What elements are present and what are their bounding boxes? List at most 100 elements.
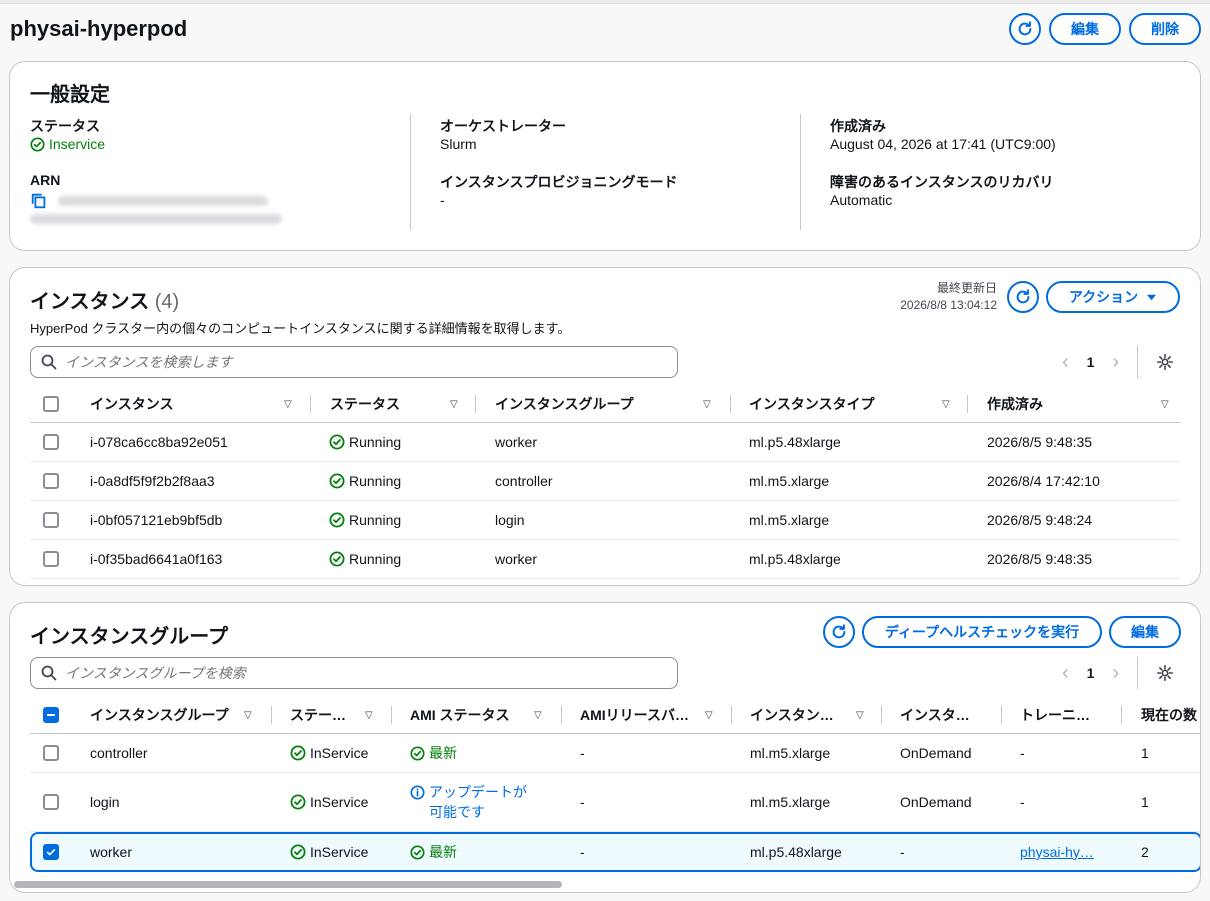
orchestrator-value: Slurm	[440, 136, 477, 152]
row-checkbox[interactable]	[43, 834, 59, 870]
table-header: インスタンス ▽ ステータス ▽ インスタンスグループ ▽ インスタンスタイプ ▽ 作成…	[30, 385, 1180, 423]
ami-release: -	[580, 794, 585, 810]
arn-value-redacted	[58, 196, 268, 206]
instances-refresh-button[interactable]	[1007, 281, 1039, 313]
next-page-button[interactable]: ›	[1112, 662, 1119, 685]
instance-groups-card: インスタンスグループ ディープヘルスチェックを実行 編集 ‹ 1 › インスタン…	[9, 602, 1201, 893]
group-current-count: 1	[1141, 794, 1149, 810]
column-header[interactable]: インスタンスグループ ▽	[90, 696, 270, 734]
ami-update-available[interactable]: アップデートが 可能です	[410, 782, 527, 822]
table-row[interactable]: worker InService 最新 - ml.p5.48xlarge - physai-…	[30, 832, 1200, 872]
delete-button[interactable]: 削除	[1129, 13, 1201, 45]
column-header[interactable]: ステータス ▽	[330, 385, 465, 423]
horizontal-scrollbar[interactable]	[14, 881, 562, 888]
row-checkbox[interactable]	[43, 734, 59, 772]
ami-status-latest: 最新	[410, 842, 457, 862]
check-circle-icon	[290, 794, 306, 810]
instance-group: worker	[495, 434, 538, 450]
instances-search-input[interactable]	[65, 354, 645, 370]
instance-status: Running	[329, 423, 401, 461]
instances-title: インスタンス (4)	[30, 285, 179, 314]
current-page[interactable]: 1	[1087, 354, 1095, 370]
refresh-button[interactable]	[1009, 13, 1041, 45]
training-plan-link[interactable]: physai-hy…	[1020, 844, 1094, 860]
instance-group: controller	[495, 473, 553, 489]
select-all-checkbox[interactable]	[43, 696, 59, 734]
column-header[interactable]: 作成済み ▽	[987, 385, 1177, 423]
column-header[interactable]: 現在の数	[1141, 696, 1200, 734]
group-training-plan: physai-hy…	[1020, 834, 1094, 870]
created-value: August 04, 2026 at 17:41 (UTC9:00)	[830, 136, 1056, 152]
gear-icon[interactable]	[1156, 353, 1174, 371]
instance-id: i-0f35bad6641a0f163	[90, 551, 223, 567]
prev-page-button[interactable]: ‹	[1062, 662, 1069, 685]
gear-icon[interactable]	[1156, 664, 1174, 682]
column-header[interactable]: インスタンスグループ ▽	[495, 385, 715, 423]
row-checkbox[interactable]	[43, 540, 59, 578]
next-page-button[interactable]: ›	[1112, 351, 1119, 374]
column-header[interactable]: インスタンスタイプ ▽	[749, 385, 959, 423]
groups-refresh-button[interactable]	[823, 616, 855, 648]
group-instance-type: ml.m5.xlarge	[750, 794, 831, 810]
header-actions: 編集 削除	[1009, 13, 1201, 45]
copy-arn-button[interactable]	[30, 192, 50, 212]
group-training-plan: -	[1020, 794, 1025, 810]
table-row[interactable]: i-078ca6cc8ba92e051 Running worker ml.p5.48…	[30, 423, 1180, 462]
instance-id: i-0a8df5f9f2b2f8aa3	[90, 473, 215, 489]
check-circle-icon	[329, 434, 345, 450]
instances-card: インスタンス (4) 最終更新日 2026/8/8 13:04:12 アクション…	[9, 267, 1201, 586]
search-icon	[41, 665, 57, 681]
table-row[interactable]: login InService アップデートが 可能です - ml.m5.xlarge On…	[30, 773, 1200, 832]
row-checkbox[interactable]	[43, 501, 59, 539]
column-header[interactable]: インスタ…	[900, 696, 1000, 734]
row-checkbox[interactable]	[43, 462, 59, 500]
status-text: Inservice	[49, 136, 106, 152]
column-divider	[800, 114, 801, 230]
column-header[interactable]: AMIリリースバ… ▽	[580, 696, 730, 734]
instances-pagination: ‹ 1 ›	[1062, 346, 1174, 378]
column-header[interactable]: インスタンス ▽	[90, 385, 300, 423]
column-header[interactable]: インスタン… ▽	[750, 696, 880, 734]
instance-status: Running	[329, 462, 401, 500]
group-instance-type: ml.m5.xlarge	[750, 745, 831, 761]
instance-created: 2026/8/4 17:42:10	[987, 473, 1100, 489]
orchestrator-label: オーケストレーター	[440, 118, 566, 134]
deep-health-check-button[interactable]: ディープヘルスチェックを実行	[862, 616, 1102, 648]
table-row[interactable]: i-0a8df5f9f2b2f8aa3 Running controller ml.m…	[30, 462, 1180, 501]
status-value: Inservice	[30, 136, 105, 155]
column-divider	[410, 114, 411, 230]
groups-search-input[interactable]	[65, 665, 645, 681]
caret-down-icon	[1147, 294, 1157, 300]
arn-value-redacted-2	[30, 214, 282, 224]
groups-edit-button[interactable]: 編集	[1109, 616, 1181, 648]
instance-id: i-0bf057121eb9bf5db	[90, 512, 223, 528]
column-header[interactable]: トレーニ…	[1020, 696, 1120, 734]
check-circle-icon	[329, 551, 345, 567]
row-checkbox[interactable]	[43, 773, 59, 831]
instance-type: ml.m5.xlarge	[749, 473, 830, 489]
table-row[interactable]: i-0f35bad6641a0f163 Running worker ml.p5.48…	[30, 540, 1180, 579]
status-label: ステータス	[30, 118, 100, 134]
select-all-checkbox[interactable]	[43, 385, 59, 423]
arn-label: ARN	[30, 172, 61, 188]
group-purchase-option: OnDemand	[900, 745, 972, 761]
instances-table: インスタンス ▽ ステータス ▽ インスタンスグループ ▽ インスタンスタイプ ▽ 作成…	[30, 385, 1180, 579]
current-page[interactable]: 1	[1087, 665, 1095, 681]
column-header[interactable]: AMI ステータス ▽	[410, 696, 560, 734]
prev-page-button[interactable]: ‹	[1062, 351, 1069, 374]
instance-type: ml.m5.xlarge	[749, 512, 830, 528]
group-current-count: 2	[1141, 844, 1149, 860]
ami-status-latest: 最新	[410, 743, 457, 763]
edit-button[interactable]: 編集	[1049, 13, 1121, 45]
instance-group: worker	[495, 551, 538, 567]
group-status: InService	[290, 734, 368, 772]
group-name: login	[90, 794, 120, 810]
table-row[interactable]: controller InService 最新 - ml.m5.xlarge OnDema…	[30, 734, 1200, 773]
row-checkbox[interactable]	[43, 423, 59, 461]
actions-dropdown-button[interactable]: アクション	[1046, 281, 1180, 313]
info-circle-icon	[410, 785, 425, 800]
column-header[interactable]: ステー… ▽	[290, 696, 390, 734]
table-row[interactable]: i-0bf057121eb9bf5db Running login ml.m5.xla…	[30, 501, 1180, 540]
general-settings-card: 一般設定 ステータス Inservice ARN オーケストレーター Slurm…	[9, 61, 1201, 251]
general-settings-title: 一般設定	[30, 84, 110, 106]
